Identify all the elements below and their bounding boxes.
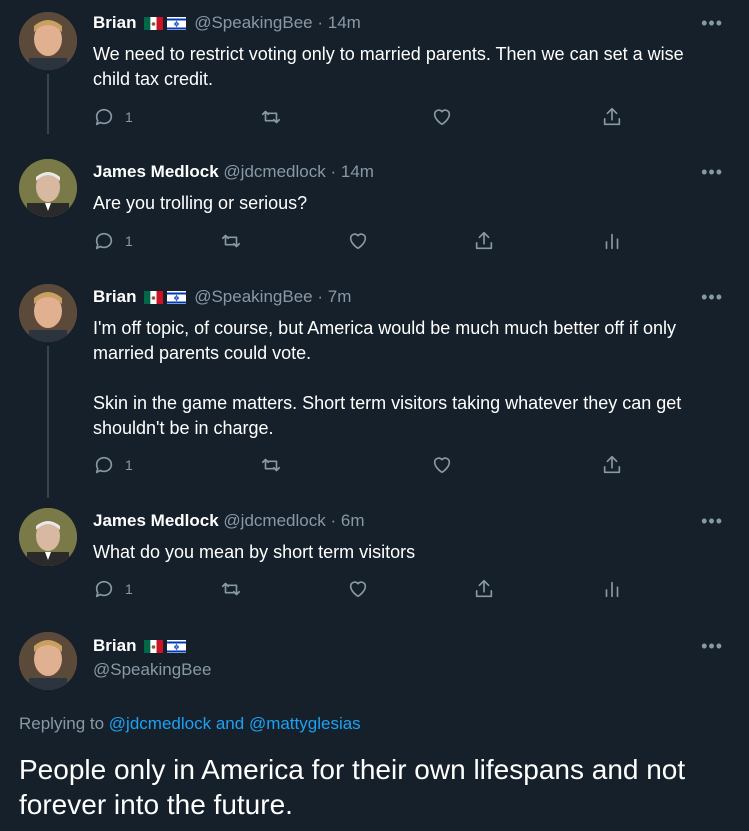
tweet-text: We need to restrict voting only to marri… (93, 44, 684, 89)
retweet-button[interactable] (220, 230, 242, 252)
reply-count: 1 (125, 581, 133, 597)
share-button[interactable] (601, 106, 623, 128)
author-handle[interactable]: @jdcmedlock (223, 162, 325, 181)
retweet-icon (261, 458, 281, 472)
author-name[interactable]: Brian (93, 13, 136, 32)
retweet-icon (261, 110, 281, 124)
tweet-actions: 1 (93, 106, 653, 132)
reply-count: 1 (125, 233, 133, 249)
tweet-4[interactable]: James Medlock @jdcmedlock · 6m ••• What … (0, 488, 749, 612)
analytics-icon (605, 581, 619, 598)
share-icon (475, 579, 493, 598)
israel-flag-icon (167, 639, 187, 653)
timestamp[interactable]: 6m (341, 511, 365, 530)
share-icon (603, 455, 621, 474)
tweet-text: What do you mean by short term visitors (93, 542, 416, 562)
tweet-text: Are you trolling or serious? (93, 193, 308, 213)
share-icon (603, 107, 621, 126)
tweet-header: Brian @SpeakingBee · 7m (93, 287, 352, 306)
reply-icon (95, 108, 113, 126)
avatar-brian[interactable] (19, 632, 77, 690)
main-tweet-header: Brian @SpeakingBee (93, 636, 211, 680)
israel-flag-icon (167, 290, 187, 304)
mention-link[interactable]: @jdcmedlock (109, 714, 211, 733)
retweet-button[interactable] (260, 106, 282, 128)
like-icon (349, 233, 367, 250)
analytics-button[interactable] (601, 578, 623, 600)
timestamp[interactable]: 14m (341, 162, 374, 181)
share-icon (475, 231, 493, 250)
tweet-actions: 1 (93, 230, 653, 256)
author-name[interactable]: James Medlock (93, 162, 219, 181)
avatar-james[interactable] (19, 159, 77, 217)
like-button[interactable] (347, 230, 369, 252)
replying-to: Replying to @jdcmedlock and @mattyglesia… (19, 714, 361, 733)
author-handle[interactable]: @jdcmedlock (223, 511, 325, 530)
retweet-button[interactable] (220, 578, 242, 600)
more-icon[interactable]: ••• (701, 636, 723, 657)
share-button[interactable] (601, 454, 623, 476)
retweet-icon (221, 234, 241, 248)
like-icon (433, 109, 451, 126)
tweet-actions: 1 (93, 578, 653, 604)
mexico-flag-icon (144, 290, 164, 304)
author-handle[interactable]: @SpeakingBee (194, 13, 312, 32)
like-icon (349, 581, 367, 598)
author-handle[interactable]: @SpeakingBee (194, 287, 312, 306)
avatar-james[interactable] (19, 508, 77, 566)
tweet-actions: 1 (93, 454, 653, 480)
mexico-flag-icon (144, 639, 164, 653)
tweet-3[interactable]: Brian @SpeakingBee · 7m ••• I'm off topi… (0, 264, 749, 488)
main-tweet-text: People only in America for their own lif… (19, 754, 686, 820)
share-button[interactable] (473, 578, 495, 600)
timestamp[interactable]: 14m (328, 13, 361, 32)
tweet-2[interactable]: James Medlock @jdcmedlock · 14m ••• Are … (0, 140, 749, 264)
reply-count: 1 (125, 109, 133, 125)
analytics-icon (605, 233, 619, 250)
tweet-header: James Medlock @jdcmedlock · 6m (93, 511, 365, 530)
like-button[interactable] (431, 106, 453, 128)
like-button[interactable] (431, 454, 453, 476)
mexico-flag-icon (144, 16, 164, 30)
author-name[interactable]: James Medlock (93, 511, 219, 530)
like-button[interactable] (347, 578, 369, 600)
tweet-header: James Medlock @jdcmedlock · 14m (93, 162, 374, 181)
tweet-text: I'm off topic, of course, but America wo… (93, 318, 682, 438)
reply-count: 1 (125, 457, 133, 473)
timestamp[interactable]: 7m (328, 287, 352, 306)
reply-icon (95, 580, 113, 598)
reply-button[interactable]: 1 (93, 106, 133, 128)
avatar-brian[interactable] (19, 12, 77, 70)
avatar-brian[interactable] (19, 284, 77, 342)
mention-link[interactable]: @mattyglesias (249, 714, 361, 733)
author-handle[interactable]: @SpeakingBee (93, 660, 211, 680)
reply-icon (95, 456, 113, 474)
share-button[interactable] (473, 230, 495, 252)
like-icon (433, 457, 451, 474)
reply-button[interactable]: 1 (93, 454, 133, 476)
author-name[interactable]: Brian (93, 287, 136, 306)
retweet-icon (221, 582, 241, 596)
more-icon[interactable]: ••• (701, 287, 723, 308)
reply-icon (95, 232, 113, 250)
reply-button[interactable]: 1 (93, 578, 133, 600)
more-icon[interactable]: ••• (701, 511, 723, 532)
israel-flag-icon (167, 16, 187, 30)
more-icon[interactable]: ••• (701, 162, 723, 183)
more-icon[interactable]: ••• (701, 13, 723, 34)
tweet-1[interactable]: Brian @SpeakingBee · 14m ••• We need to … (0, 0, 749, 140)
retweet-button[interactable] (260, 454, 282, 476)
analytics-button[interactable] (601, 230, 623, 252)
author-name[interactable]: Brian (93, 636, 136, 655)
reply-button[interactable]: 1 (93, 230, 133, 252)
tweet-header: Brian @SpeakingBee · 14m (93, 13, 361, 32)
